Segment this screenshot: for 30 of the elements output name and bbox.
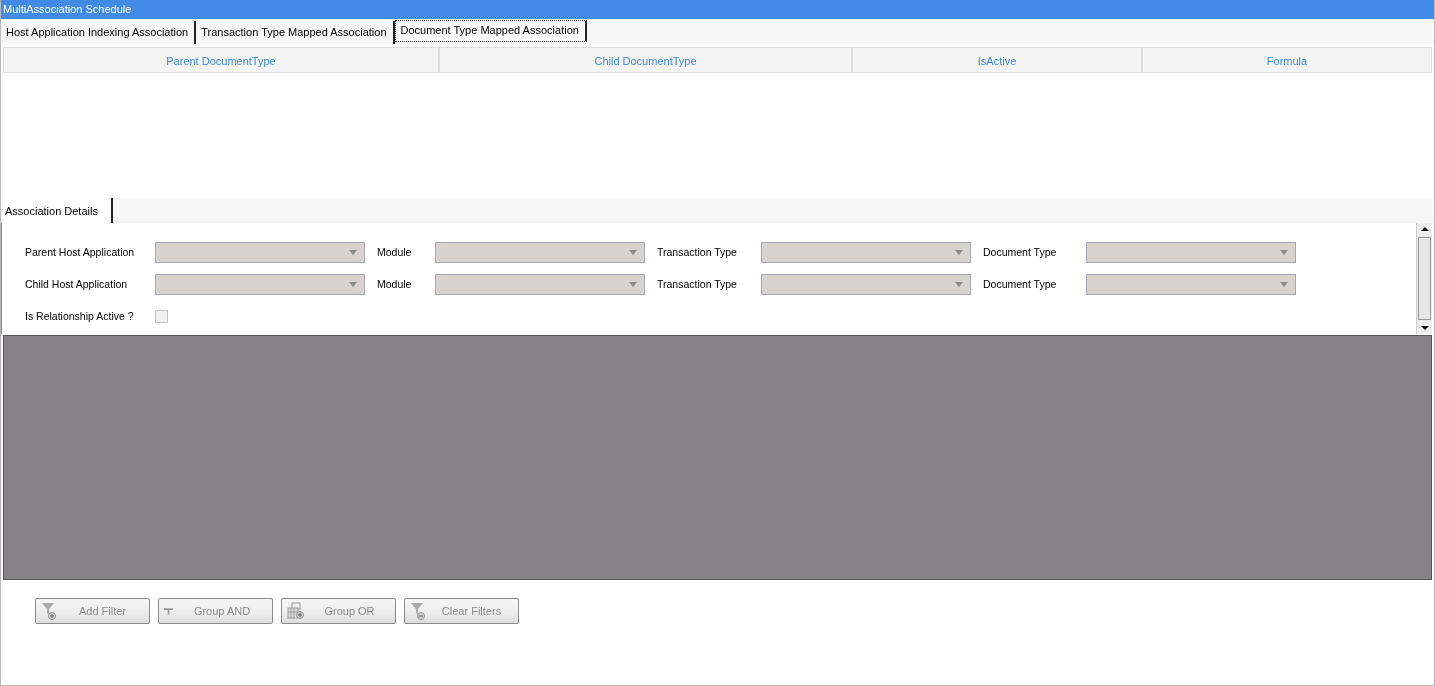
caret-icon — [955, 281, 963, 287]
window-title: MultiAssociation Schedule — [1, 0, 1434, 19]
tab[interactable]: Document Type Mapped Association — [394, 20, 587, 42]
field-label: Module — [377, 246, 413, 258]
funnel-minus-icon — [410, 602, 426, 620]
column-header[interactable]: Parent DocumentType — [3, 47, 439, 73]
field-label: Document Type — [983, 278, 1058, 290]
tab[interactable]: Association Details — [1, 198, 113, 223]
caret-icon — [349, 249, 357, 255]
caret-icon — [955, 249, 963, 255]
t-icon — [164, 607, 173, 615]
caret-icon — [1280, 281, 1288, 287]
column-header[interactable]: IsActive — [852, 47, 1142, 73]
field-label: Transaction Type — [657, 246, 738, 258]
field-label: Is Relationship Active ? — [25, 310, 135, 322]
field-label: Module — [377, 278, 413, 290]
column-header[interactable]: Child DocumentType — [439, 47, 852, 73]
caret-icon — [629, 249, 637, 255]
scrollbar[interactable] — [1416, 223, 1432, 334]
field-label: Document Type — [983, 246, 1058, 258]
caret-icon — [1280, 249, 1288, 255]
caret-icon — [629, 281, 637, 287]
field-label: Transaction Type — [657, 278, 738, 290]
column-header[interactable]: Formula — [1142, 47, 1432, 73]
caret-icon — [349, 281, 357, 287]
field-label: Parent Host Application — [25, 246, 136, 258]
table-plus-icon — [287, 602, 305, 620]
field-label: Child Host Application — [25, 278, 129, 290]
tab[interactable]: Host Application Indexing Association — [1, 21, 197, 44]
funnel-plus-icon — [41, 602, 57, 620]
